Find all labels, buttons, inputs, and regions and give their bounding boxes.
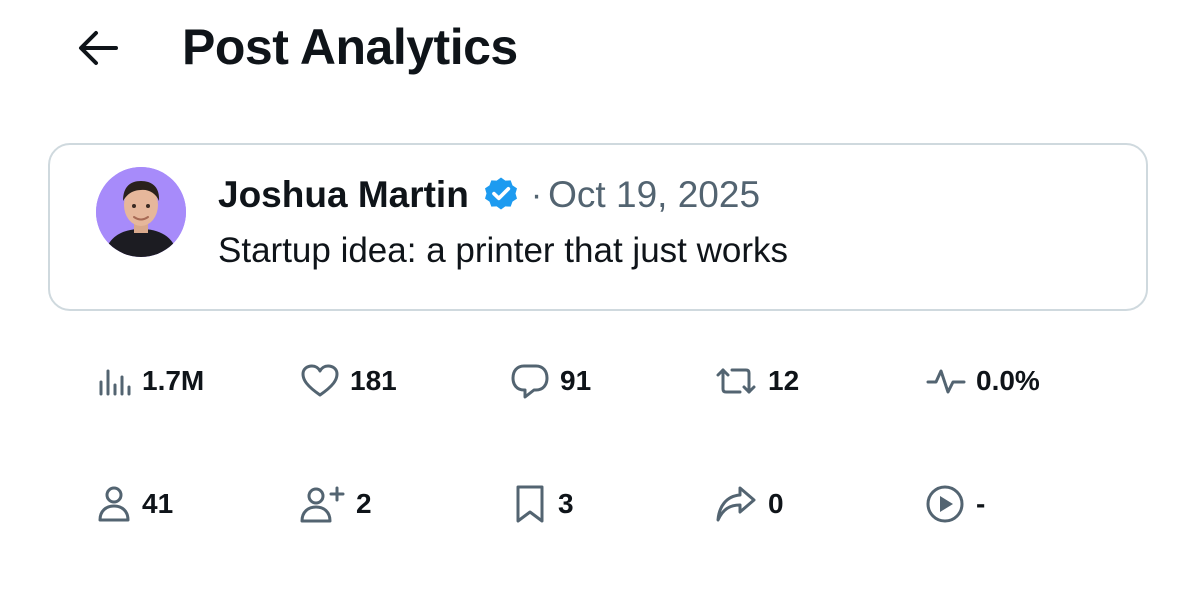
share-icon [714, 484, 758, 524]
post-date[interactable]: Oct 19, 2025 [548, 174, 760, 216]
author-name[interactable]: Joshua Martin [218, 174, 469, 216]
bookmark-icon [512, 483, 548, 525]
metric-value: 12 [768, 365, 800, 396]
metric-value: - [976, 488, 986, 519]
separator-dot: · [530, 175, 543, 214]
repost-icon [714, 363, 758, 399]
verified-badge-icon [484, 177, 517, 210]
back-button[interactable] [70, 22, 126, 74]
metric-value: 1.7M [142, 365, 205, 396]
arrow-left-icon [79, 31, 118, 65]
post-text: Startup idea: a printer that just works [218, 231, 788, 270]
play-icon [924, 483, 966, 525]
follow-icon [300, 484, 346, 524]
metric-replies[interactable]: 91 [510, 358, 591, 404]
metric-engagement-rate[interactable]: 0.0% [926, 358, 1040, 404]
metric-value: 91 [560, 365, 592, 396]
activity-icon [926, 363, 966, 399]
metric-value: 0 [768, 488, 784, 519]
header: Post Analytics [0, 0, 1200, 100]
metric-reposts[interactable]: 12 [714, 358, 799, 404]
metric-shares[interactable]: 0 [714, 481, 784, 527]
avatar-image [96, 167, 186, 257]
metric-bookmarks[interactable]: 3 [512, 481, 574, 527]
page-title: Post Analytics [182, 19, 518, 75]
avatar[interactable] [96, 167, 186, 257]
bar-chart-icon [96, 363, 132, 399]
post-card[interactable]: Joshua Martin · Oct 19, 2025 Startup ide… [48, 143, 1148, 311]
metric-value: 41 [142, 488, 174, 519]
metric-value: 0.0% [976, 365, 1040, 396]
metric-value: 3 [558, 488, 574, 519]
person-icon [96, 484, 132, 524]
metric-impressions[interactable]: 1.7M [96, 358, 204, 404]
comment-icon [510, 362, 550, 400]
metric-value: 2 [356, 488, 372, 519]
heart-icon [300, 363, 340, 399]
author-row: Joshua Martin · Oct 19, 2025 [218, 171, 760, 219]
metric-new-follows[interactable]: 2 [300, 481, 372, 527]
metric-likes[interactable]: 181 [300, 358, 397, 404]
metric-value: 181 [350, 365, 397, 396]
metric-video-views[interactable]: - [924, 481, 985, 527]
metric-profile-visits[interactable]: 41 [96, 481, 173, 527]
